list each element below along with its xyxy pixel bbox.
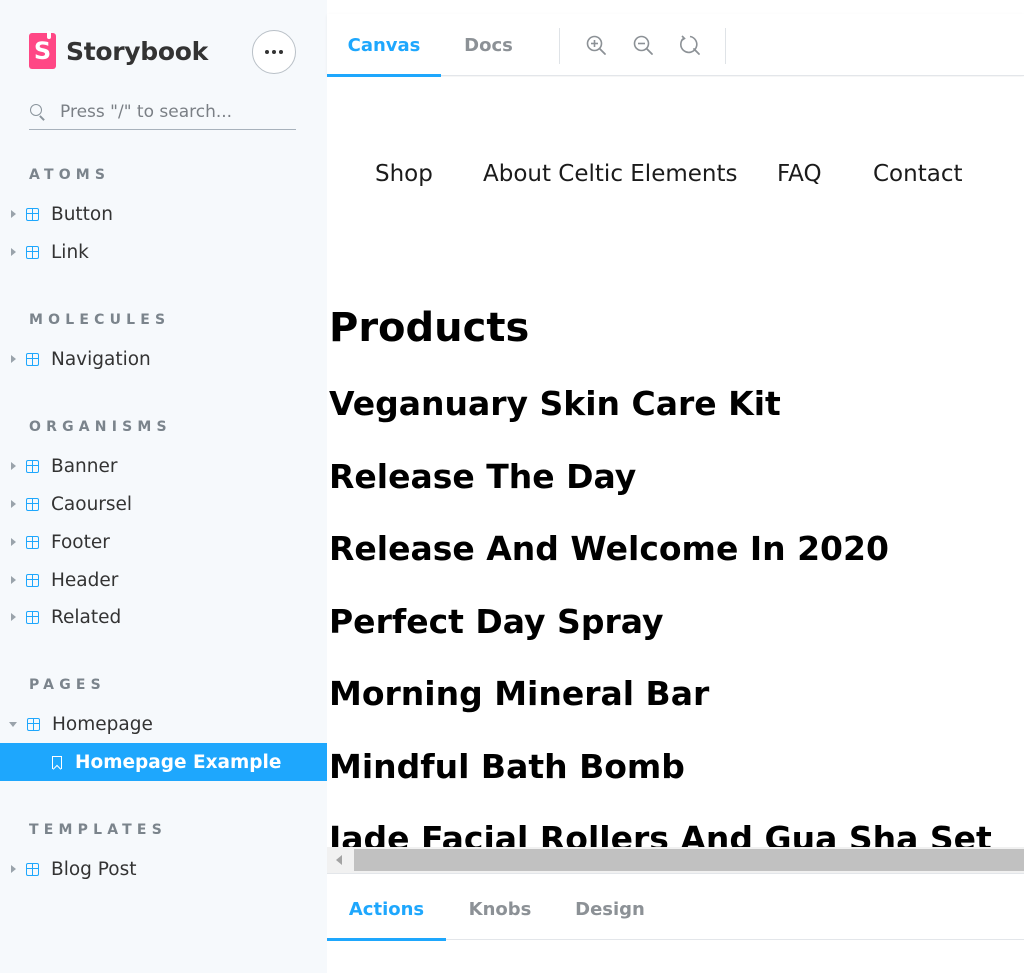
- more-options-button[interactable]: [252, 30, 296, 74]
- sidebar-item-label: Navigation: [51, 348, 151, 370]
- component-icon: [26, 459, 39, 473]
- bookmark-icon: [52, 755, 62, 769]
- product-title: Release The Day: [329, 457, 637, 496]
- sidebar-item-caoursel[interactable]: Caoursel: [0, 485, 327, 523]
- sidebar-item-footer[interactable]: Footer: [0, 523, 327, 561]
- sidebar-item-label: Related: [51, 606, 122, 628]
- brand[interactable]: Storybook: [29, 31, 208, 69]
- zoom-in-icon[interactable]: [585, 34, 607, 56]
- caret-right-icon: [11, 500, 16, 508]
- product-title: Perfect Day Spray: [329, 602, 664, 641]
- component-icon: [26, 352, 39, 366]
- component-icon: [26, 497, 39, 511]
- storybook-logo-icon: [29, 31, 56, 69]
- search-icon: [30, 103, 46, 120]
- sidebar-item-blog-post[interactable]: Blog Post: [0, 850, 327, 888]
- caret-right-icon: [11, 576, 16, 584]
- search-bar: [29, 94, 296, 130]
- tab-canvas[interactable]: Canvas: [327, 14, 441, 77]
- sidebar-item-banner[interactable]: Banner: [0, 447, 327, 485]
- section-title-organisms: ORGANISMS: [29, 419, 172, 435]
- tab-docs[interactable]: Docs: [441, 14, 536, 76]
- sidebar-item-header[interactable]: Header: [0, 561, 327, 599]
- addons-tabs: Actions Knobs Design: [327, 878, 1024, 941]
- addons-panel: Actions Knobs Design: [327, 873, 1024, 973]
- product-title: Mindful Bath Bomb: [329, 747, 685, 786]
- component-icon: [26, 207, 39, 221]
- toolbar-divider: [725, 28, 726, 64]
- tab-actions[interactable]: Actions: [327, 878, 446, 941]
- caret-right-icon: [11, 613, 16, 621]
- nav-link-shop[interactable]: Shop: [375, 161, 433, 187]
- search-input[interactable]: [60, 101, 290, 122]
- site-navigation: Shop About Celtic Elements FAQ Contact: [327, 161, 1024, 191]
- section-title-templates: TEMPLATES: [29, 822, 167, 838]
- sidebar-item-label: Homepage: [52, 713, 153, 735]
- sidebar-item-label: Caoursel: [51, 493, 133, 515]
- sidebar-item-label: Banner: [51, 455, 118, 477]
- sidebar: Storybook ATOMS Button Link MOLECULES Na…: [0, 0, 327, 973]
- tab-knobs[interactable]: Knobs: [446, 878, 554, 940]
- zoom-out-icon[interactable]: [632, 34, 654, 56]
- component-icon: [26, 245, 39, 259]
- component-icon: [26, 535, 39, 549]
- toolbar-divider: [559, 28, 560, 64]
- horizontal-scrollbar[interactable]: [327, 847, 1024, 873]
- sidebar-item-label: Button: [51, 203, 113, 225]
- section-title-atoms: ATOMS: [29, 167, 111, 183]
- component-icon: [26, 862, 39, 876]
- sidebar-item-related[interactable]: Related: [0, 598, 327, 636]
- caret-right-icon: [11, 462, 16, 470]
- product-title: Veganuary Skin Care Kit: [329, 384, 781, 423]
- ellipsis-icon: [265, 50, 269, 54]
- caret-right-icon: [11, 865, 16, 873]
- nav-link-contact[interactable]: Contact: [873, 161, 962, 187]
- sidebar-item-label: Header: [51, 569, 119, 591]
- scrollbar-thumb[interactable]: [354, 849, 1024, 871]
- scroll-left-icon[interactable]: [336, 855, 342, 865]
- sidebar-item-label: Blog Post: [51, 858, 137, 880]
- products-heading: Products: [329, 305, 530, 351]
- component-icon: [26, 573, 39, 587]
- nav-link-faq[interactable]: FAQ: [777, 161, 822, 187]
- component-icon: [27, 717, 40, 731]
- caret-right-icon: [11, 210, 16, 218]
- reset-zoom-icon[interactable]: [679, 34, 701, 56]
- sidebar-item-label: Homepage Example: [75, 751, 282, 773]
- sidebar-item-label: Link: [51, 241, 89, 263]
- nav-link-about[interactable]: About Celtic Elements: [483, 161, 737, 187]
- brand-name: Storybook: [66, 36, 208, 66]
- tab-design[interactable]: Design: [554, 878, 666, 940]
- sidebar-item-label: Footer: [51, 531, 110, 553]
- sidebar-item-homepage[interactable]: Homepage: [0, 705, 327, 743]
- caret-down-icon: [9, 721, 17, 727]
- section-title-molecules: MOLECULES: [29, 312, 171, 328]
- section-title-pages: PAGES: [29, 677, 106, 693]
- product-title: Release And Welcome In 2020: [329, 529, 889, 568]
- story-canvas: Shop About Celtic Elements FAQ Contact P…: [327, 77, 1024, 847]
- caret-right-icon: [11, 355, 16, 363]
- sidebar-item-button[interactable]: Button: [0, 195, 327, 233]
- component-icon: [26, 610, 39, 624]
- preview-toolbar: Canvas Docs: [327, 14, 1024, 77]
- sidebar-item-navigation[interactable]: Navigation: [0, 340, 327, 378]
- sidebar-item-link[interactable]: Link: [0, 233, 327, 271]
- product-title: Morning Mineral Bar: [329, 674, 710, 713]
- caret-right-icon: [11, 248, 16, 256]
- product-title: Jade Facial Rollers And Gua Sha Set: [329, 819, 992, 847]
- sidebar-item-homepage-example[interactable]: Homepage Example: [0, 743, 327, 781]
- caret-right-icon: [11, 538, 16, 546]
